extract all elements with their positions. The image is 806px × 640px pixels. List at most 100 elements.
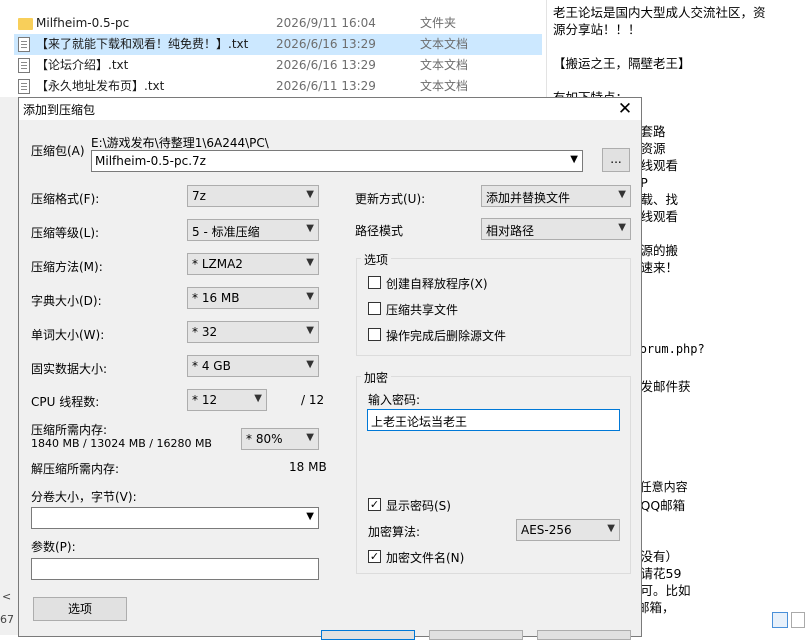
file-name: 【来了就能下载和观看！纯免费！】.txt: [36, 37, 249, 51]
file-list: Milfheim-0.5-pc 2026/9/11 16:04 文件夹 【来了就…: [0, 0, 545, 97]
level-value: 5 - 标准压缩: [192, 225, 260, 239]
chevron-down-icon: ▼: [607, 523, 615, 534]
file-row[interactable]: 【永久地址发布页】.txt 2026/6/11 13:29 文本文档: [14, 76, 542, 97]
method-select[interactable]: * LZMA2 ▼: [187, 253, 319, 275]
chevron-down-icon: ▼: [306, 291, 314, 302]
file-date: 2026/6/16 13:29: [276, 37, 376, 51]
doc-line: 【搬运之王，隔壁老王】: [553, 56, 691, 71]
mem-decompress-label: 解压缩所需内存:: [31, 462, 120, 476]
password-label: 输入密码:: [368, 393, 421, 407]
browse-button[interactable]: ...: [602, 148, 630, 172]
shared-files-checkbox[interactable]: [368, 302, 381, 315]
scroll-left-icon[interactable]: <: [2, 590, 11, 603]
large-icons-view-icon[interactable]: [791, 612, 805, 628]
dialog-title: 添加到压缩包: [23, 103, 96, 117]
sfx-checkbox[interactable]: [368, 276, 381, 289]
encryption-group-title: 加密: [361, 369, 392, 386]
add-to-archive-dialog: 添加到压缩包 ✕ 压缩包(A) E:\游戏发布\待整理1\6A244\PC\ M…: [18, 97, 642, 640]
file-row-folder[interactable]: Milfheim-0.5-pc 2026/9/11 16:04 文件夹: [14, 13, 542, 34]
pathmode-value: 相对路径: [486, 224, 535, 238]
show-password-checkbox[interactable]: ✓: [368, 498, 381, 511]
chevron-down-icon: ▼: [254, 393, 262, 404]
format-value: 7z: [192, 189, 206, 203]
dict-value: * 16 MB: [192, 291, 240, 305]
text-file-icon: [18, 37, 30, 52]
method-value: * LZMA2: [192, 257, 243, 271]
cpu-value: * 12: [192, 393, 218, 407]
chevron-down-icon: ▼: [306, 257, 314, 268]
chevron-down-icon: ▼: [306, 325, 314, 336]
chevron-down-icon: ▼: [306, 432, 314, 443]
update-value: 添加并替换文件: [486, 191, 571, 205]
text-file-icon: [18, 58, 30, 73]
format-label: 压缩格式(F):: [31, 192, 100, 206]
mem-percent-value: * 80%: [246, 432, 283, 446]
chevron-down-icon: ▼: [570, 154, 578, 165]
chevron-down-icon: ▼: [306, 189, 314, 200]
cancel-button[interactable]: [429, 630, 523, 640]
options-group-title: 选项: [361, 251, 392, 268]
update-label: 更新方式(U):: [355, 192, 426, 206]
file-row-selected[interactable]: 【来了就能下载和观看！纯免费！】.txt 2026/6/16 13:29 文本文…: [14, 34, 542, 55]
item-count: 67: [0, 613, 14, 626]
level-select[interactable]: 5 - 标准压缩 ▼: [187, 219, 319, 241]
algorithm-select[interactable]: AES-256 ▼: [516, 519, 620, 541]
details-view-icon[interactable]: [772, 612, 788, 628]
ok-button[interactable]: [321, 630, 415, 640]
encrypt-names-label: 加密文件名(N): [386, 551, 465, 565]
doc-line: 源分享站！！！: [553, 22, 641, 37]
mem-decompress-value: 18 MB: [289, 460, 327, 474]
volume-combo[interactable]: ▼: [31, 507, 319, 529]
dict-select[interactable]: * 16 MB ▼: [187, 287, 319, 309]
word-select[interactable]: * 32 ▼: [187, 321, 319, 343]
pathmode-label: 路径模式: [355, 224, 404, 238]
archive-name-value: Milfheim-0.5-pc.7z: [95, 154, 206, 168]
options-button[interactable]: 选项: [33, 597, 127, 621]
params-label: 参数(P):: [31, 540, 76, 554]
archive-path: E:\游戏发布\待整理1\6A244\PC\: [91, 136, 269, 150]
mem-percent-select[interactable]: * 80% ▼: [241, 428, 319, 450]
chevron-down-icon: ▼: [618, 222, 626, 233]
file-type: 文件夹: [420, 16, 457, 30]
params-input[interactable]: [31, 558, 319, 580]
file-date: 2026/6/16 13:29: [276, 58, 376, 72]
algorithm-value: AES-256: [521, 523, 572, 537]
word-label: 单词大小(W):: [31, 328, 105, 342]
file-type: 文本文档: [420, 37, 469, 51]
delete-after-label: 操作完成后删除源文件: [386, 329, 507, 343]
delete-after-checkbox[interactable]: [368, 328, 381, 341]
solid-select[interactable]: * 4 GB ▼: [187, 355, 319, 377]
help-button[interactable]: [537, 630, 631, 640]
file-name: Milfheim-0.5-pc: [36, 16, 130, 30]
chevron-down-icon: ▼: [306, 359, 314, 370]
volume-label: 分卷大小，字节(V):: [31, 490, 137, 504]
password-input[interactable]: 上老王论坛当老王: [367, 409, 620, 431]
format-select[interactable]: 7z ▼: [187, 185, 319, 207]
close-icon[interactable]: ✕: [614, 98, 636, 120]
pathmode-select[interactable]: 相对路径 ▼: [481, 218, 631, 240]
file-type: 文本文档: [420, 79, 469, 93]
level-label: 压缩等级(L):: [31, 226, 100, 240]
chevron-down-icon: ▼: [306, 511, 314, 522]
cpu-total: / 12: [301, 393, 325, 407]
file-row[interactable]: 【论坛介绍】.txt 2026/6/16 13:29 文本文档: [14, 55, 542, 76]
update-select[interactable]: 添加并替换文件 ▼: [481, 185, 631, 207]
file-type: 文本文档: [420, 58, 469, 72]
sfx-label: 创建自释放程序(X): [386, 277, 488, 291]
file-date: 2026/6/11 13:29: [276, 79, 376, 93]
solid-label: 固实数据大小:: [31, 362, 108, 376]
cpu-select[interactable]: * 12 ▼: [187, 389, 267, 411]
password-value: 上老王论坛当老王: [371, 415, 468, 429]
show-password-label: 显示密码(S): [386, 499, 451, 513]
text-file-icon: [18, 79, 30, 94]
shared-files-label: 压缩共享文件: [386, 303, 459, 317]
dict-label: 字典大小(D):: [31, 294, 102, 308]
dialog-titlebar[interactable]: 添加到压缩包 ✕: [19, 98, 641, 120]
archive-name-combo[interactable]: Milfheim-0.5-pc.7z ▼: [91, 150, 583, 172]
encrypt-names-checkbox[interactable]: ✓: [368, 550, 381, 563]
file-date: 2026/9/11 16:04: [276, 16, 376, 30]
explorer-left-edge: < 67: [0, 97, 18, 635]
chevron-down-icon: ▼: [306, 223, 314, 234]
archive-label: 压缩包(A): [31, 144, 85, 158]
word-value: * 32: [192, 325, 218, 339]
